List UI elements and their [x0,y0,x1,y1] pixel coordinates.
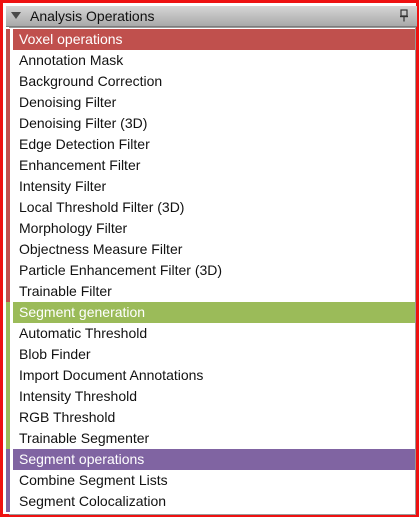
collapse-triangle-icon[interactable] [11,12,21,19]
operation-item[interactable]: Intensity Filter [13,176,415,197]
operation-item[interactable]: Local Threshold Filter (3D) [13,197,415,218]
panel-title: Analysis Operations [30,8,155,24]
group-color-stripe [6,449,10,512]
pin-icon[interactable] [399,9,409,22]
operation-item[interactable]: Objectness Measure Filter [13,239,415,260]
operation-item[interactable]: Combine Segment Lists [13,470,415,491]
operation-item[interactable]: Morphology Filter [13,218,415,239]
panel-titlebar[interactable]: Analysis Operations [6,6,417,27]
analysis-operations-panel: Analysis Operations Voxel operations Anno… [0,0,419,517]
operation-item[interactable]: Denoising Filter (3D) [13,113,415,134]
operation-item[interactable]: Intensity Threshold [13,386,415,407]
category-header: Voxel operations [13,29,415,50]
category-header: Segment generation [13,302,415,323]
operation-item[interactable]: Import Document Annotations [13,365,415,386]
operation-item[interactable]: Particle Enhancement Filter (3D) [13,260,415,281]
operation-item[interactable]: Enhancement Filter [13,155,415,176]
operation-item[interactable]: Trainable Segmenter [13,428,415,449]
operation-item[interactable]: Denoising Filter [13,92,415,113]
operation-item[interactable]: Background Correction [13,71,415,92]
operation-item[interactable]: Annotation Mask [13,50,415,71]
operation-item[interactable]: Automatic Threshold [13,323,415,344]
operation-item[interactable]: Edge Detection Filter [13,134,415,155]
group-color-stripe [6,29,10,302]
operation-item[interactable]: Blob Finder [13,344,415,365]
operation-item[interactable]: Trainable Filter [13,281,415,302]
operation-item[interactable]: Segment Colocalization [13,491,415,512]
operation-item[interactable]: RGB Threshold [13,407,415,428]
group-color-stripe [6,302,10,449]
operations-list[interactable]: Voxel operations Annotation Mask Backgroun… [6,27,416,515]
category-header: Segment operations [13,449,415,470]
